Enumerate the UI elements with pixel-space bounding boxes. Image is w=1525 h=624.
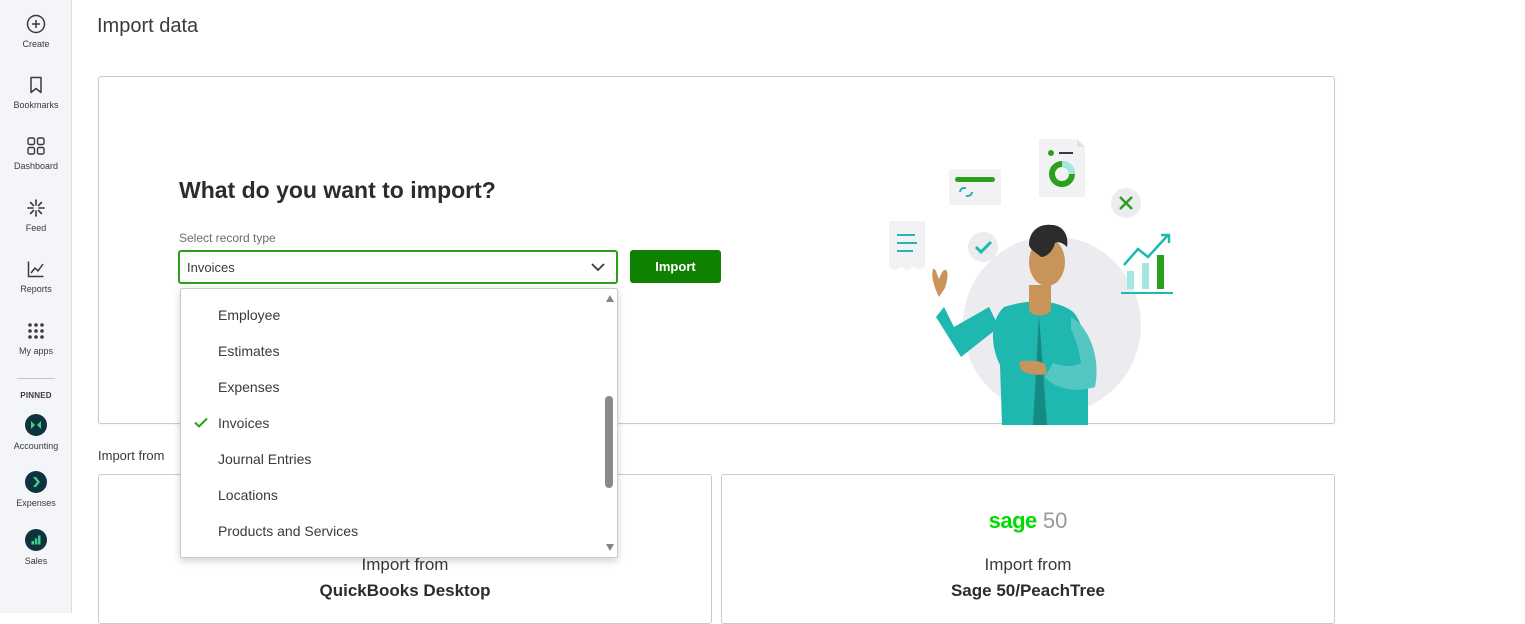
scroll-down-arrow-icon[interactable] — [606, 544, 614, 551]
option-employee[interactable]: Employee — [218, 307, 280, 323]
import-illustration — [889, 139, 1173, 425]
sage-logo-word: sage — [988, 508, 1038, 533]
nav-dashboard[interactable]: Dashboard — [0, 136, 72, 171]
option-locations[interactable]: Locations — [218, 487, 278, 503]
nav-reports[interactable]: Reports — [0, 259, 72, 294]
nav-label: Reports — [20, 284, 52, 294]
import-from-sage-card[interactable]: sage 50 Import from Sage 50/PeachTree — [721, 474, 1335, 624]
dropdown-scrollbar[interactable] — [603, 289, 617, 557]
nav-label: Sales — [24, 556, 48, 566]
apps-grid-icon — [28, 323, 44, 339]
card-title: Sage 50/PeachTree — [950, 581, 1106, 600]
nav-label: Feed — [25, 223, 47, 233]
nav-accounting[interactable]: Accounting — [0, 414, 72, 451]
bookmark-icon — [30, 76, 42, 94]
nav-feed[interactable]: Feed — [0, 198, 72, 233]
expenses-icon — [25, 471, 47, 493]
pinned-heading: PINNED — [20, 391, 52, 400]
pinned-divider — [17, 378, 55, 379]
plus-circle-icon — [26, 14, 46, 34]
card-subtitle: Import from — [361, 555, 449, 574]
sales-icon — [25, 529, 47, 551]
nav-label: Accounting — [13, 441, 59, 451]
feed-icon — [27, 199, 45, 217]
dashboard-icon — [27, 137, 45, 155]
select-value: Invoices — [187, 260, 235, 275]
nav-my-apps[interactable]: My apps — [0, 321, 72, 356]
card-subtitle: Import from — [984, 555, 1072, 574]
nav-sales[interactable]: Sales — [0, 529, 72, 566]
nav-bookmarks[interactable]: Bookmarks — [0, 75, 72, 110]
scroll-up-arrow-icon[interactable] — [606, 295, 614, 302]
reports-icon — [27, 261, 44, 278]
nav-label: Bookmarks — [13, 100, 59, 110]
sage-logo-number: 50 — [1042, 508, 1068, 533]
import-from-label: Import from — [98, 448, 165, 463]
record-type-select[interactable]: Invoices — [178, 250, 618, 284]
option-invoices[interactable]: Invoices — [218, 415, 269, 431]
import-button[interactable]: Import — [630, 250, 721, 283]
nav-create[interactable]: Create — [0, 14, 72, 49]
option-journal-entries[interactable]: Journal Entries — [218, 451, 311, 467]
scrollbar-thumb[interactable] — [605, 396, 613, 488]
nav-label: Dashboard — [13, 161, 59, 171]
option-products-and-services[interactable]: Products and Services — [218, 523, 358, 539]
checkmark-icon — [194, 417, 208, 428]
nav-label: Create — [22, 39, 50, 49]
nav-expenses[interactable]: Expenses — [0, 471, 72, 508]
option-expenses[interactable]: Expenses — [218, 379, 279, 395]
page-title: Import data — [97, 15, 199, 37]
sage-logo: sage 50 — [722, 508, 1334, 534]
hero-heading: What do you want to import? — [179, 177, 496, 203]
nav-label: My apps — [18, 346, 53, 356]
record-type-dropdown-list: Employee Estimates Expenses Invoices Jou… — [180, 288, 618, 558]
card-title: QuickBooks Desktop — [319, 581, 491, 600]
chevron-down-icon — [591, 263, 605, 272]
option-estimates[interactable]: Estimates — [218, 343, 279, 359]
select-record-type-label: Select record type — [179, 231, 276, 245]
nav-label: Expenses — [16, 498, 56, 508]
left-sidebar: Create Bookmarks Dashboard Feed Reports … — [0, 0, 72, 613]
accounting-icon — [25, 414, 47, 436]
